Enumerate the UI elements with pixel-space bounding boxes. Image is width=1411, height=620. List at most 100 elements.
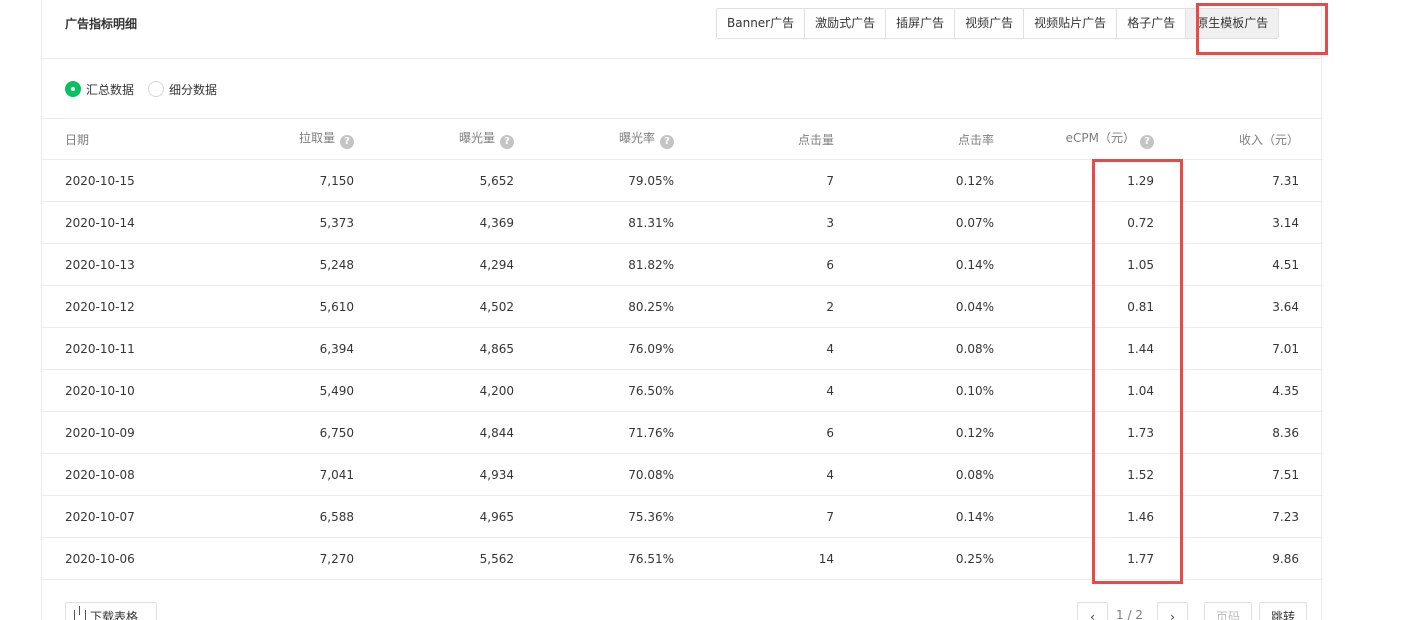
tab-banner[interactable]: Banner广告: [717, 9, 806, 38]
table-cell: 5,248: [319, 257, 354, 272]
table-cell: 1.05: [1127, 257, 1154, 272]
table-cell: 9.86: [1272, 551, 1299, 566]
ad-type-tabs: Banner广告 激励式广告 插屏广告 视频广告 视频贴片广告 格子广告 原生模…: [716, 8, 1280, 39]
table-cell: 1.77: [1127, 551, 1154, 566]
table-cell: 4,294: [479, 257, 514, 272]
jump-button[interactable]: 跳转: [1259, 602, 1307, 620]
table-cell: 7.01: [1272, 341, 1299, 356]
table-row: 2020-10-15 7,150 5,652 79.05% 7 0.12% 1.29 7.31: [42, 160, 1323, 202]
table-cell: 3: [826, 215, 834, 230]
table-cell: 2020-10-09: [65, 425, 135, 440]
table-row: 2020-10-12 5,610 4,502 80.25% 2 0.04% 0.81 3.64: [42, 286, 1323, 328]
table-cell: 76.09%: [628, 341, 674, 356]
page-margin: [0, 0, 41, 620]
table-cell: 7,150: [319, 173, 354, 188]
table-cell: 80.25%: [628, 299, 674, 314]
tab-interstitial[interactable]: 插屏广告: [886, 9, 956, 38]
help-icon[interactable]: ?: [500, 135, 514, 149]
ad-metrics-card: 广告指标明细 Banner广告 激励式广告 插屏广告 视频广告 视频贴片广告 格…: [41, 0, 1323, 620]
column-header-label: 收入（元）: [1238, 132, 1299, 147]
table-cell: 4,502: [479, 299, 514, 314]
table-cell: 4.51: [1272, 257, 1299, 272]
radio-checked-icon: [65, 81, 81, 97]
column-header-label: 曝光量: [458, 131, 495, 145]
tab-rewarded[interactable]: 激励式广告: [805, 9, 887, 38]
table-cell: 1.04: [1127, 383, 1154, 398]
table-cell: 7,041: [319, 467, 354, 482]
table-cell: 8.36: [1272, 425, 1299, 440]
table-cell: 2020-10-06: [65, 551, 135, 566]
table-cell: 70.08%: [628, 467, 674, 482]
tab-video-patch[interactable]: 视频贴片广告: [1024, 9, 1118, 38]
next-page-button[interactable]: ›: [1157, 602, 1188, 620]
table-cell: 7: [826, 509, 834, 524]
table-row: 2020-10-13 5,248 4,294 81.82% 6 0.14% 1.05 4.51: [42, 244, 1323, 286]
help-icon[interactable]: ?: [1140, 135, 1154, 149]
table-cell: 4: [826, 341, 834, 356]
table-cell: 4,965: [479, 509, 514, 524]
table-cell: 5,490: [319, 383, 354, 398]
table-cell: 1.73: [1127, 425, 1154, 440]
table-cell: 1.44: [1127, 341, 1154, 356]
table-cell: 7: [826, 173, 834, 188]
column-header: 点击量: [674, 131, 834, 148]
page-number-input[interactable]: 页码: [1204, 602, 1252, 620]
table-cell: 1.29: [1127, 173, 1154, 188]
table-cell: 0.81: [1127, 299, 1154, 314]
table-cell: 0.14%: [955, 509, 994, 524]
column-header-label: 曝光率: [618, 131, 655, 145]
table-cell: 2: [826, 299, 834, 314]
column-header: 日期: [42, 131, 201, 148]
download-label: 下载表格: [90, 610, 139, 620]
table-cell: 1.52: [1127, 467, 1154, 482]
radio-label: 汇总数据: [86, 82, 135, 97]
tab-video[interactable]: 视频广告: [955, 9, 1025, 38]
radio-summary[interactable]: 汇总数据: [65, 81, 134, 98]
radio-unchecked-icon: [148, 81, 165, 97]
table-cell: 2020-10-11: [65, 341, 135, 356]
tab-grid[interactable]: 格子广告: [1117, 9, 1187, 38]
table-cell: 4,934: [479, 467, 514, 482]
table-cell: 0.12%: [955, 425, 994, 440]
table-cell: 0.12%: [955, 173, 994, 188]
help-icon[interactable]: ?: [340, 135, 354, 149]
table-cell: 0.25%: [955, 551, 994, 566]
table-cell: 6,750: [319, 425, 354, 440]
prev-page-button[interactable]: ‹: [1077, 602, 1108, 620]
table-row: 2020-10-10 5,490 4,200 76.50% 4 0.10% 1.04 4.35: [42, 370, 1323, 412]
help-icon[interactable]: ?: [660, 135, 674, 149]
column-header-label: 日期: [65, 132, 90, 147]
table-cell: 0.08%: [955, 467, 994, 482]
table-row: 2020-10-11 6,394 4,865 76.09% 4 0.08% 1.44 7.01: [42, 328, 1323, 370]
table-row: 2020-10-08 7,041 4,934 70.08% 4 0.08% 1.52 7.51: [42, 454, 1323, 496]
table-cell: 4: [826, 383, 834, 398]
table-header-row: 日期 拉取量? 曝光量? 曝光率? 点击量 点击率 eCPM（元）? 收入（元）: [42, 119, 1323, 160]
table-cell: 4.35: [1272, 383, 1299, 398]
table-cell: 0.72: [1127, 215, 1154, 230]
table-cell: 6,394: [319, 341, 354, 356]
column-header-label: 点击率: [957, 132, 994, 147]
table-cell: 2020-10-12: [65, 299, 135, 314]
radio-breakdown[interactable]: 细分数据: [148, 81, 217, 98]
table-cell: 71.76%: [628, 425, 674, 440]
tab-native-template[interactable]: 原生模板广告: [1186, 9, 1279, 38]
table-cell: 7.51: [1272, 467, 1299, 482]
table-cell: 81.82%: [628, 257, 674, 272]
table-cell: 5,373: [319, 215, 354, 230]
card-header: 广告指标明细 Banner广告 激励式广告 插屏广告 视频广告 视频贴片广告 格…: [42, 0, 1323, 59]
column-header-label: 拉取量: [298, 131, 335, 145]
table-cell: 79.05%: [628, 173, 674, 188]
download-table-button[interactable]: 下载表格: [65, 602, 157, 620]
table-cell: 3.64: [1272, 299, 1299, 314]
table-cell: 2020-10-10: [65, 383, 135, 398]
table-cell: 5,610: [319, 299, 354, 314]
table-cell: 2020-10-14: [65, 215, 135, 230]
card-title: 广告指标明细: [65, 17, 138, 31]
table-cell: 2020-10-13: [65, 257, 135, 272]
column-header: 点击率: [834, 131, 994, 148]
table-cell: 7,270: [319, 551, 354, 566]
table-cell: 1.46: [1127, 509, 1154, 524]
column-header: 拉取量?: [201, 129, 354, 149]
metrics-table: 日期 拉取量? 曝光量? 曝光率? 点击量 点击率 eCPM（元）? 收入（元） 2020-1…: [42, 118, 1323, 580]
table-cell: 76.51%: [628, 551, 674, 566]
